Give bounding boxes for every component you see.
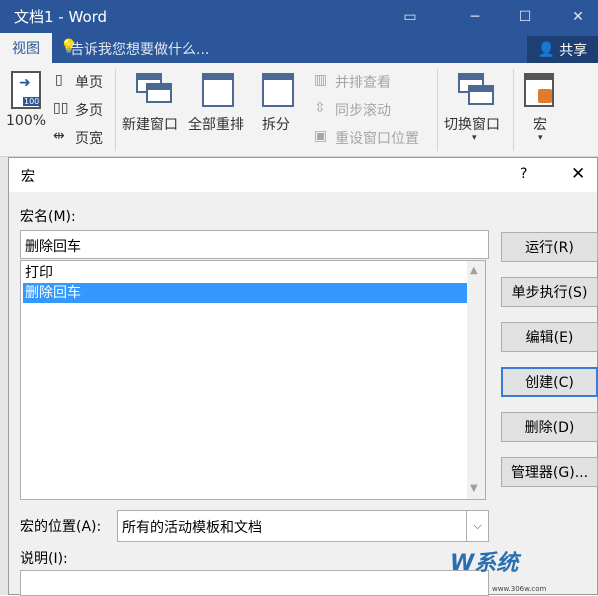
arrow-right-icon: ➜ [19,75,31,91]
create-button[interactable]: 创建(C) [501,367,598,397]
zoom-100-button[interactable]: 100% [6,113,46,129]
tell-me-search[interactable]: 告诉我您想要做什么... [70,39,209,59]
macro-name-input[interactable]: 删除回车 [20,230,489,259]
person-icon: 👤 [537,41,556,58]
chevron-down-icon[interactable]: ▾ [472,133,477,143]
reset-window-position-button[interactable]: 重设窗口位置 [335,128,419,148]
zoom-icon-badge: 100 [23,97,41,106]
window-title: 文档1 - Word [14,8,108,26]
share-button[interactable]: 👤 共享 [527,36,598,63]
help-button[interactable]: ? [520,166,527,182]
organizer-button[interactable]: 管理器(G)... [501,457,598,487]
new-window-icon-back [146,83,172,103]
switch-windows-icon-back [468,85,494,105]
macros-in-label: 宏的位置(A): [20,519,102,535]
dialog-title: 宏 [21,169,35,185]
split-icon[interactable] [262,73,294,107]
multi-page-button[interactable]: 多页 [75,100,103,120]
chevron-down-icon[interactable]: ⌵ [466,511,488,541]
page-width-icon[interactable]: ⇹ [53,128,65,144]
arrange-all-icon[interactable] [202,73,234,107]
multi-page-icon[interactable]: ▯▯ [53,100,68,116]
ribbon: 100 ➜ 100% ▯ 单页 ▯▯ 多页 ⇹ 页宽 新建窗口 全部重排 拆分 … [0,63,598,157]
list-scrollbar[interactable]: ▲ ▼ [467,261,485,499]
share-label: 共享 [559,42,588,59]
macro-name-label: 宏名(M): [20,209,76,225]
chevron-down-icon[interactable]: ▾ [538,133,543,143]
switch-windows-button[interactable]: 切换窗口 [444,114,500,134]
watermark-url: www.306w.com [492,585,547,593]
scroll-down-icon[interactable]: ▼ [470,483,478,494]
description-box [20,570,489,596]
title-bar: 文档1 - Word ▭ ─ ☐ ✕ [0,0,598,33]
scroll-up-icon[interactable]: ▲ [470,265,478,276]
delete-button[interactable]: 删除(D) [501,412,598,442]
step-into-button[interactable]: 单步执行(S) [501,277,598,307]
list-item-selected[interactable]: 删除回车 [23,283,467,303]
dialog-title-bar: 宏 ? ✕ [9,158,597,192]
sync-scroll-icon: ⇳ [314,100,326,116]
ribbon-separator [115,69,116,151]
ribbon-separator [513,69,514,151]
close-icon[interactable]: ✕ [571,164,585,184]
macros-button[interactable]: 宏 [533,114,547,134]
close-window-icon[interactable]: ✕ [558,0,598,33]
ribbon-separator [437,69,438,151]
one-page-button[interactable]: 单页 [75,72,103,92]
tab-view[interactable]: 视图 [0,33,52,63]
new-window-button[interactable]: 新建窗口 [122,114,178,134]
description-label: 说明(I): [20,551,68,567]
list-item[interactable]: 打印 [23,263,467,283]
ribbon-display-options-icon[interactable]: ▭ [390,0,430,33]
macros-in-value: 所有的活动模板和文档 [122,520,262,536]
macros-icon[interactable] [524,73,554,107]
arrange-all-button[interactable]: 全部重排 [188,114,244,134]
sync-scrolling-button[interactable]: 同步滚动 [335,100,391,120]
side-by-side-icon: ▥ [314,72,328,88]
zoom-100-icon[interactable]: 100 ➜ [11,71,41,109]
ribbon-tab-row: 视图 💡 告诉我您想要做什么... 👤 共享 [0,33,598,63]
run-button[interactable]: 运行(R) [501,232,598,262]
macros-dialog: 宏 ? ✕ 宏名(M): 删除回车 打印 删除回车 ▲ ▼ 运行(R) 单步执行… [8,157,598,596]
split-button[interactable]: 拆分 [262,114,290,134]
maximize-icon[interactable]: ☐ [505,0,545,33]
one-page-icon[interactable]: ▯ [55,72,63,88]
document-edge [0,157,8,595]
page-width-button[interactable]: 页宽 [75,128,103,148]
macros-in-select[interactable]: 所有的活动模板和文档 ⌵ [117,510,489,542]
macro-list[interactable]: 打印 删除回车 ▲ ▼ [20,260,486,500]
watermark-logo: W系统 [450,551,519,576]
minimize-icon[interactable]: ─ [455,0,495,33]
reset-position-icon: ▣ [314,128,328,144]
edit-button[interactable]: 编辑(E) [501,322,598,352]
view-side-by-side-button[interactable]: 并排查看 [335,72,391,92]
